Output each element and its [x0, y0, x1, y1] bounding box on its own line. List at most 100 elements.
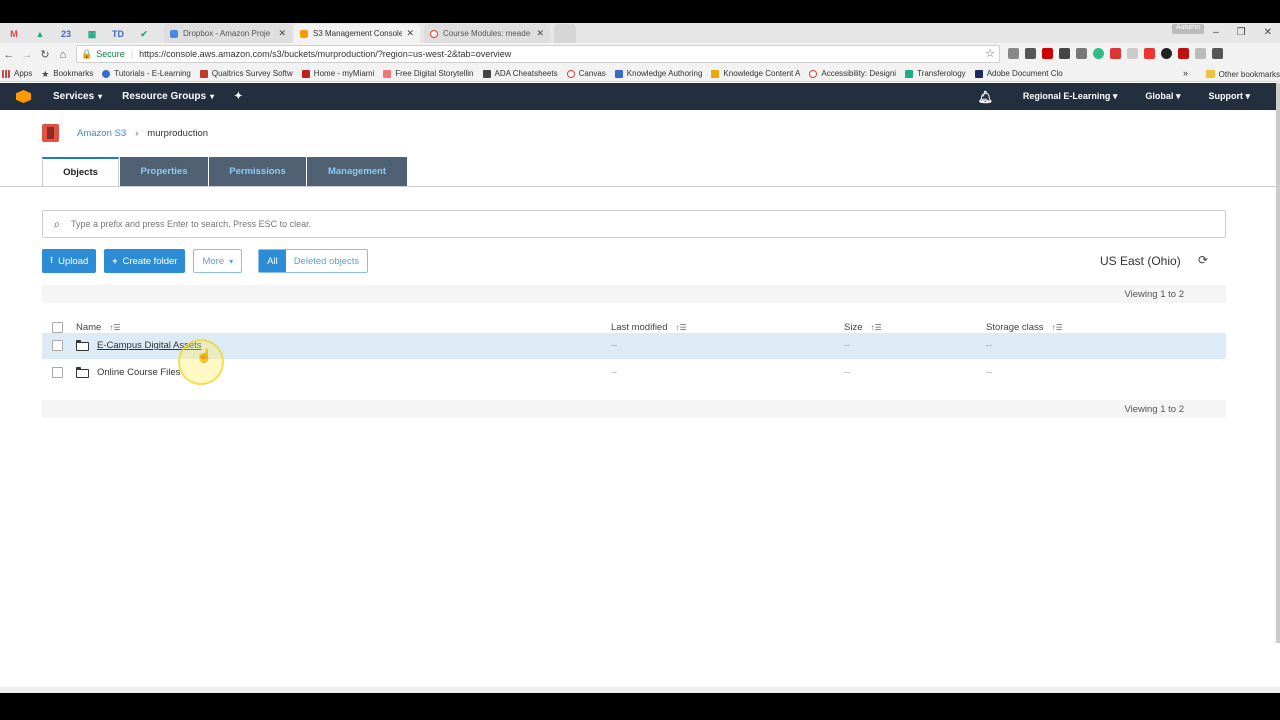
dropbox-icon [170, 29, 178, 38]
bookmark-item[interactable]: Transferology [905, 69, 966, 78]
canvas-icon [809, 69, 818, 78]
other-bookmarks[interactable]: Other bookmarks [1205, 66, 1280, 82]
restore-icon[interactable]: ❐ [1237, 27, 1246, 38]
cell-size: -- [844, 367, 850, 377]
page-scrollbar[interactable] [1276, 83, 1280, 643]
tab-course-modules[interactable]: Course Modules: meade ✕ [424, 24, 550, 43]
upload-button[interactable]: ⭱ Upload [42, 249, 97, 273]
filter-deleted-label: Deleted objects [293, 255, 360, 267]
extension-icon[interactable] [1144, 48, 1155, 59]
close-tab-icon[interactable]: ✕ [278, 28, 286, 39]
cell-storage-class: -- [986, 340, 992, 350]
home-icon[interactable]: ⌂ [54, 49, 72, 61]
breadcrumb-amazon-s3[interactable]: Amazon S3 [77, 128, 126, 139]
pinned-tab-gmail[interactable]: M [4, 25, 24, 43]
filter-deleted-button[interactable]: Deleted objects [286, 250, 367, 272]
profile-badge[interactable]: Autumn [1171, 24, 1204, 34]
tab-management[interactable]: Management [307, 157, 407, 186]
pinned-tab-drive[interactable]: ▲ [30, 25, 50, 43]
tab-label: Properties [140, 166, 188, 177]
new-badge-icon[interactable] [1110, 48, 1121, 59]
tab-divider [0, 186, 1276, 187]
resource-groups-menu[interactable]: Resource Groups ▾ [122, 91, 214, 102]
tab-objects[interactable]: Objects [42, 157, 119, 186]
aws-cube-icon[interactable] [16, 90, 31, 103]
bookmarks-overflow-button[interactable]: » [1183, 68, 1188, 78]
column-storage-class[interactable]: Storage class ↑☰ [986, 322, 1063, 333]
tab-properties[interactable]: Properties [120, 157, 208, 186]
sort-icon[interactable]: ↑☰ [870, 323, 881, 332]
bookmark-item[interactable]: Qualtrics Survey Softw [199, 69, 293, 78]
sort-icon[interactable]: ↑☰ [1052, 323, 1063, 332]
back-icon[interactable]: ← [0, 49, 18, 61]
column-last-modified[interactable]: Last modified ↑☰ [611, 322, 687, 333]
region-menu[interactable]: Global ▾ [1131, 91, 1180, 102]
url-field[interactable]: 🔒 Secure | https://console.aws.amazon.co… [76, 45, 1000, 63]
pinned-tab-td[interactable]: TD [108, 25, 128, 43]
refresh-icon[interactable]: ⟳ [1198, 253, 1208, 267]
bookmark-item[interactable]: Knowledge Content A [711, 69, 800, 78]
pinned-tab-calendar[interactable]: 23 [56, 25, 76, 43]
extension-icon[interactable] [1076, 48, 1087, 59]
bookmark-item[interactable]: Knowledge Authoring [614, 69, 702, 78]
extension-icon[interactable] [1195, 48, 1206, 59]
more-button[interactable]: More ▾ [193, 249, 243, 273]
pdf-extension-icon[interactable] [1042, 48, 1053, 59]
bookmark-item[interactable]: Home - myMiami [301, 69, 374, 78]
close-tab-icon[interactable]: ✕ [536, 28, 544, 39]
pinned-tab-tasks[interactable]: ✔ [134, 25, 154, 43]
close-tab-icon[interactable]: ✕ [406, 28, 414, 39]
bookmark-item[interactable]: Apps [2, 69, 32, 78]
bell-icon[interactable]: 🔔︎ [978, 90, 993, 104]
pinned-tab-label: ▲ [35, 29, 45, 39]
bookmark-item[interactable]: Canvas [566, 69, 606, 78]
search-box[interactable]: ⌕ [42, 210, 1226, 238]
column-name[interactable]: Name ↑☰ [76, 322, 121, 333]
chevron-down-icon: ▾ [210, 92, 215, 101]
sort-icon[interactable]: ↑☰ [109, 323, 120, 332]
tab-s3-console[interactable]: S3 Management Console ✕ [294, 24, 420, 43]
forward-icon[interactable]: → [18, 49, 36, 61]
extension-icon[interactable] [1008, 48, 1019, 59]
row-checkbox[interactable] [52, 367, 63, 378]
bookmark-item[interactable]: Tutorials - E-Learning [102, 69, 191, 78]
bookmark-favicon-icon [482, 69, 491, 78]
extension-icon[interactable] [1059, 48, 1070, 59]
minimize-icon[interactable]: – [1213, 27, 1219, 38]
tab-permissions[interactable]: Permissions [209, 157, 306, 186]
cell-storage-class: -- [986, 367, 992, 377]
menu-icon[interactable] [1212, 48, 1223, 59]
bookmark-item[interactable]: Adobe Document Clo [974, 69, 1063, 78]
row-checkbox[interactable] [52, 340, 63, 351]
prefix-search-input[interactable] [71, 219, 1225, 229]
filter-all-button[interactable]: All [259, 250, 286, 272]
account-menu[interactable]: Regional E-Learning ▾ [1009, 91, 1118, 102]
extension-icon[interactable] [1127, 48, 1138, 59]
column-size[interactable]: Size ↑☰ [844, 322, 882, 333]
bookmark-item[interactable]: ADA Cheatsheets [482, 69, 558, 78]
tab-dropbox[interactable]: Dropbox - Amazon Proje ✕ [164, 24, 292, 43]
extension-icon[interactable] [1025, 48, 1036, 59]
more-label: More [202, 255, 225, 267]
pinned-tab-sheets[interactable]: ▦ [82, 25, 102, 43]
new-tab-button[interactable] [554, 24, 576, 43]
services-menu[interactable]: Services ▾ [53, 91, 102, 102]
bookmark-favicon-icon [102, 69, 111, 78]
support-menu[interactable]: Support ▾ [1194, 91, 1250, 102]
bookmark-item[interactable]: Free Digital Storytellin [383, 69, 474, 78]
create-folder-button[interactable]: + Create folder [104, 249, 186, 273]
folder-link[interactable]: Online Course Files [97, 367, 180, 378]
bookmark-star-icon[interactable]: ☆ [985, 47, 995, 60]
extension-icon[interactable] [1178, 48, 1189, 59]
sort-icon[interactable]: ↑☰ [676, 323, 687, 332]
aws-icon [300, 29, 308, 38]
extension-icon[interactable] [1161, 48, 1172, 59]
extension-icon[interactable] [1093, 48, 1104, 59]
viewing-bar-bottom: Viewing 1 to 2 [42, 400, 1226, 418]
bookmark-item[interactable]: Accessibility: Designi [809, 69, 896, 78]
select-all-checkbox[interactable] [52, 322, 63, 333]
bookmark-item[interactable]: ★ Bookmarks [41, 69, 93, 78]
close-window-icon[interactable]: ✕ [1264, 27, 1272, 38]
reload-icon[interactable]: ↻ [36, 48, 54, 61]
pin-icon[interactable]: ✦ [234, 91, 242, 102]
